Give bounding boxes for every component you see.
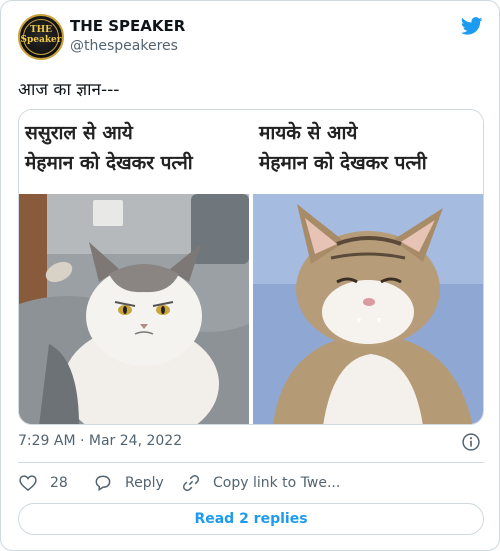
- meme-caption-line: मेहमान को देखकर पत्नी: [25, 152, 193, 174]
- tweet-timestamp[interactable]: 7:29 AM · Mar 24, 2022: [18, 433, 182, 449]
- author-handle[interactable]: @thespeakeres: [70, 38, 178, 54]
- author-name[interactable]: THE SPEAKER: [70, 17, 185, 35]
- reply-button[interactable]: Reply: [93, 473, 164, 493]
- meme-panel-right: मायके से आये मेहमान को देखकर पत्नी: [253, 110, 483, 424]
- grumpy-cat-photo: [19, 194, 249, 424]
- tweet-text: आज का ज्ञान---: [18, 80, 120, 100]
- meme-caption-left: ससुराल से आये मेहमान को देखकर पत्नी: [19, 110, 249, 194]
- meme-panel-left: ससुराल से आये मेहमान को देखकर पत्नी: [19, 110, 249, 424]
- tweet-actions: 28 Reply Copy link to Twe...: [18, 473, 484, 493]
- speech-bubble-icon: [95, 475, 111, 492]
- reply-label: Reply: [125, 475, 164, 491]
- copy-link-label: Copy link to Twe...: [213, 475, 341, 491]
- avatar-logo-text: Speaker: [20, 35, 62, 45]
- tweet-media-image[interactable]: ससुराल से आये मेहमान को देखकर पत्नी मायक…: [18, 109, 484, 425]
- avatar-logo-text: THE: [29, 25, 53, 35]
- tweet-embed-card: THE Speaker THE SPEAKER @thespeakeres आज…: [0, 0, 500, 551]
- meme-caption-line: मेहमान को देखकर पत्नी: [259, 152, 427, 174]
- meme-caption-line: मायके से आये: [259, 122, 358, 144]
- copy-link-button[interactable]: Copy link to Twe...: [181, 473, 340, 493]
- like-count: 28: [50, 475, 68, 491]
- read-replies-button[interactable]: Read 2 replies: [18, 503, 484, 535]
- link-icon: [182, 474, 200, 492]
- avatar[interactable]: THE Speaker: [18, 14, 64, 60]
- heart-icon: [19, 475, 37, 492]
- twitter-bird-icon[interactable]: [459, 15, 485, 37]
- divider: [18, 462, 484, 463]
- smiling-cat-photo: [253, 194, 483, 424]
- like-button[interactable]: 28: [18, 473, 68, 493]
- info-icon[interactable]: [461, 432, 481, 452]
- meme-caption-line: ससुराल से आये: [25, 122, 133, 144]
- meme-caption-right: मायके से आये मेहमान को देखकर पत्नी: [253, 110, 483, 194]
